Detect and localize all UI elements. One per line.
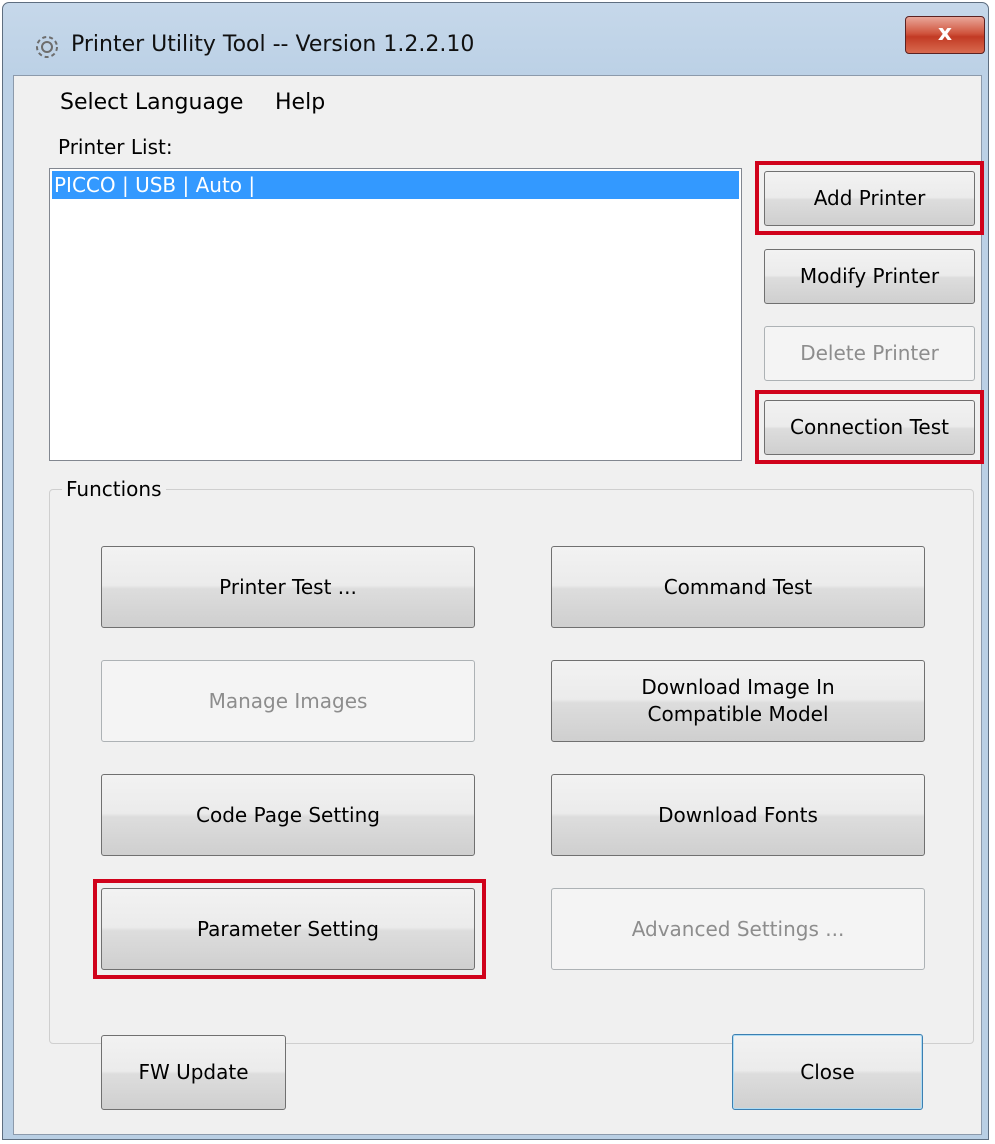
- command-test-button[interactable]: Command Test: [551, 546, 925, 628]
- download-fonts-button[interactable]: Download Fonts: [551, 774, 925, 856]
- download-image-label-line2: Compatible Model: [647, 702, 829, 726]
- client-area: Select Language Help Printer List: PICCO…: [13, 75, 984, 1135]
- title-bar[interactable]: Printer Utility Tool -- Version 1.2.2.10…: [3, 3, 988, 75]
- modify-printer-button[interactable]: Modify Printer: [764, 249, 975, 304]
- add-printer-button[interactable]: Add Printer: [764, 171, 975, 226]
- advanced-settings-button[interactable]: Advanced Settings ...: [551, 888, 925, 970]
- download-image-label-line1: Download Image In: [641, 675, 835, 699]
- close-icon[interactable]: x: [905, 16, 985, 54]
- code-page-setting-button[interactable]: Code Page Setting: [101, 774, 475, 856]
- menu-select-language[interactable]: Select Language: [60, 90, 243, 115]
- printer-list[interactable]: PICCO | USB | Auto |: [49, 168, 742, 461]
- gear-icon: [36, 36, 58, 58]
- connection-test-button[interactable]: Connection Test: [764, 400, 975, 455]
- close-button[interactable]: Close: [732, 1034, 923, 1110]
- app-window: Printer Utility Tool -- Version 1.2.2.10…: [2, 2, 989, 1140]
- delete-printer-button[interactable]: Delete Printer: [764, 326, 975, 381]
- printer-list-label: Printer List:: [58, 135, 173, 159]
- menu-help[interactable]: Help: [275, 90, 325, 115]
- printer-list-item[interactable]: PICCO | USB | Auto |: [52, 171, 739, 199]
- manage-images-button[interactable]: Manage Images: [101, 660, 475, 742]
- functions-title: Functions: [62, 477, 166, 501]
- window-title: Printer Utility Tool -- Version 1.2.2.10: [71, 32, 475, 57]
- download-image-button[interactable]: Download Image In Compatible Model: [551, 660, 925, 742]
- fw-update-button[interactable]: FW Update: [101, 1035, 286, 1110]
- printer-test-button[interactable]: Printer Test ...: [101, 546, 475, 628]
- parameter-setting-button[interactable]: Parameter Setting: [101, 888, 475, 970]
